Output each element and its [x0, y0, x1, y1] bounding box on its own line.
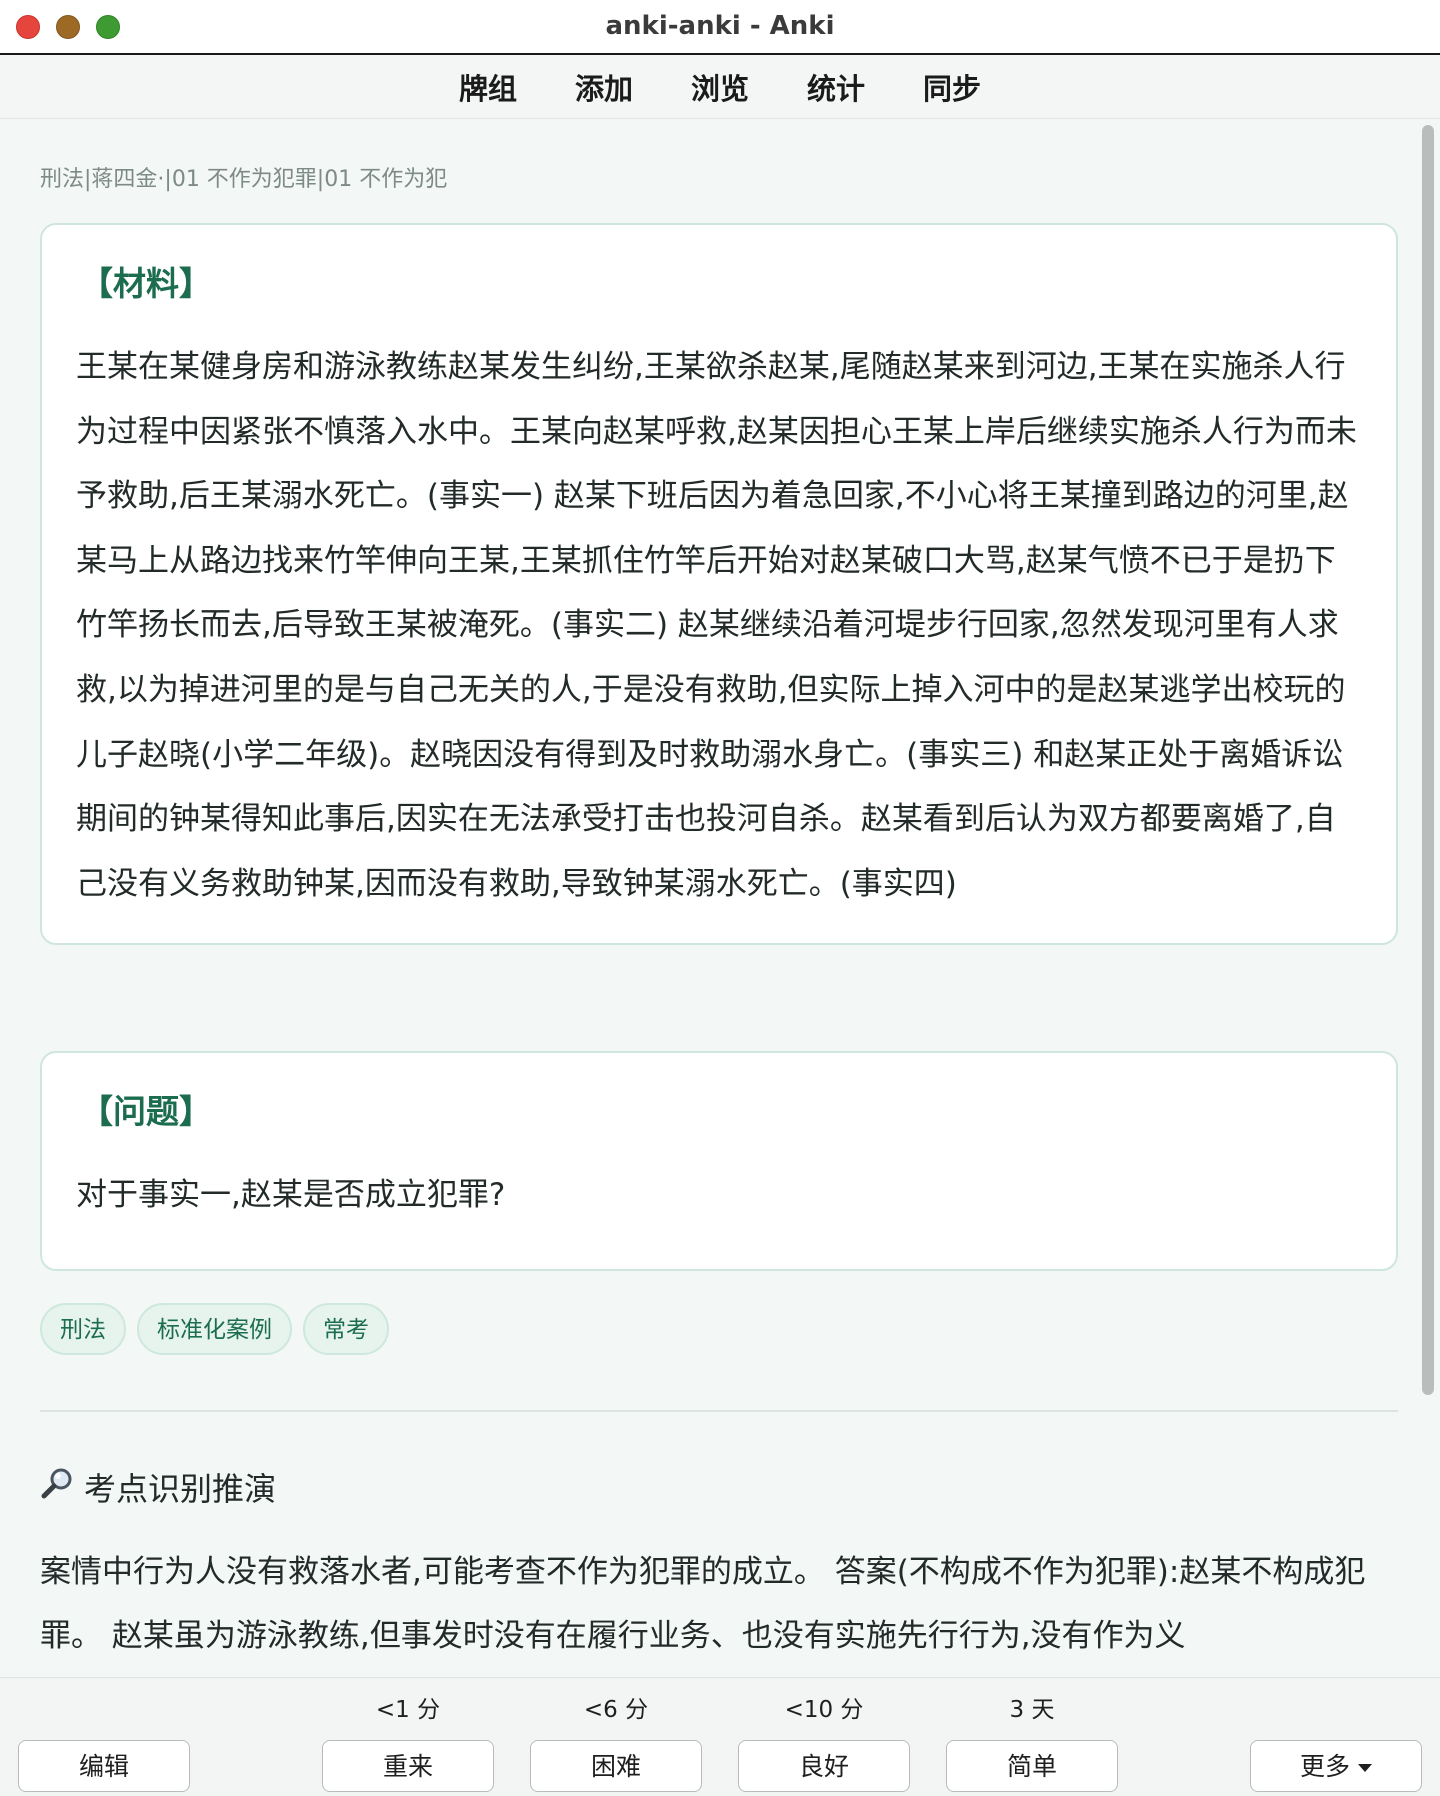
magnifier-icon	[40, 1466, 74, 1508]
question-heading: 【问题】	[80, 1092, 212, 1131]
deck-breadcrumb: 刑法|蒋四金·|01 不作为犯罪|01 不作为犯	[40, 167, 448, 192]
card-review-area[interactable]: 刑法|蒋四金·|01 不作为犯罪|01 不作为犯 【材料】 王某在某健身房和游泳…	[0, 119, 1440, 1677]
hard-button[interactable]: 困难	[530, 1740, 702, 1792]
material-heading: 【材料】	[80, 264, 212, 303]
hard-interval: <6 分	[583, 1697, 649, 1723]
toolbar-browse[interactable]: 浏览	[664, 66, 776, 108]
tag[interactable]: 常考	[303, 1303, 389, 1355]
scrollbar-thumb[interactable]	[1422, 125, 1434, 1395]
tag-list: 刑法 标准化案例 常考	[40, 1303, 389, 1355]
again-button[interactable]: 重来	[322, 1740, 494, 1792]
tag[interactable]: 标准化案例	[137, 1303, 292, 1355]
question-text: 对于事实一,赵某是否成立犯罪?	[76, 1177, 506, 1213]
good-interval: <10 分	[784, 1697, 864, 1723]
good-button[interactable]: 良好	[738, 1740, 910, 1792]
material-text: 王某在某健身房和游泳教练赵某发生纠纷,王某欲杀赵某,尾随赵某来到河边,王某在实施…	[76, 349, 1357, 902]
material-section: 【材料】 王某在某健身房和游泳教练赵某发生纠纷,王某欲杀赵某,尾随赵某来到河边,…	[40, 223, 1398, 945]
window-title: anki-anki - Anki	[605, 11, 835, 41]
edit-button[interactable]: 编辑	[18, 1740, 190, 1792]
title-bar: anki-anki - Anki	[0, 0, 1440, 55]
analysis-text: 案情中行为人没有救落水者,可能考查不作为犯罪的成立。 答案(不构成不作为犯罪):…	[40, 1554, 1366, 1654]
chevron-down-icon	[1358, 1764, 1372, 1772]
toolbar-decks[interactable]: 牌组	[432, 66, 544, 108]
again-interval: <1 分	[375, 1697, 441, 1723]
toolbar-sync[interactable]: 同步	[896, 66, 1008, 108]
toolbar-stats[interactable]: 统计	[780, 66, 892, 108]
tag[interactable]: 刑法	[40, 1303, 126, 1355]
easy-button[interactable]: 简单	[946, 1740, 1118, 1792]
easy-interval: 3 天	[1009, 1697, 1055, 1723]
toolbar-add[interactable]: 添加	[548, 66, 660, 108]
analysis-heading-label: 考点识别推演	[84, 1470, 277, 1508]
section-divider	[40, 1410, 1398, 1412]
main-toolbar: 牌组 添加 浏览 统计 同步	[0, 55, 1440, 119]
anki-window: anki-anki - Anki 牌组 添加 浏览 统计 同步 刑法|蒋四金·|…	[0, 0, 1440, 1796]
analysis-heading: 考点识别推演	[40, 1464, 276, 1510]
more-button[interactable]: 更多	[1250, 1740, 1422, 1792]
more-label: 更多	[1299, 1752, 1350, 1781]
question-section: 【问题】 对于事实一,赵某是否成立犯罪?	[40, 1051, 1398, 1271]
answer-bar: 编辑 <1 分 重来 <6 分 困难 <10 分 良好 3 天 简单 更多	[0, 1677, 1440, 1796]
